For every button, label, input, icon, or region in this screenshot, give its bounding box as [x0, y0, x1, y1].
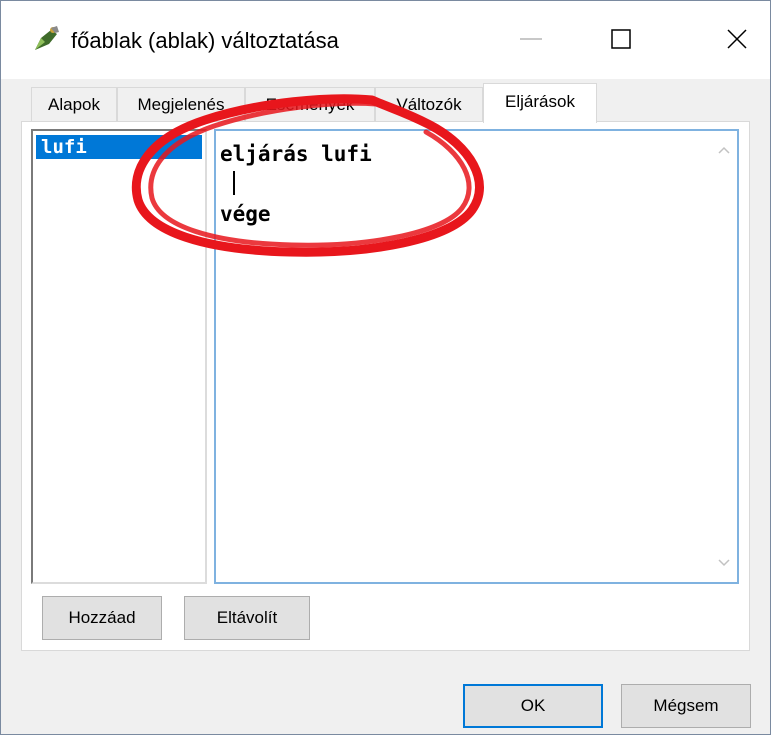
close-icon — [727, 29, 747, 49]
eljarasok-panel: lufi eljárás lufi vége Hozzáad Eltávolít — [21, 121, 750, 651]
remove-button[interactable]: Eltávolít — [184, 596, 310, 640]
maximize-icon — [611, 29, 631, 49]
text-caret — [233, 171, 235, 195]
tab-alapok[interactable]: Alapok — [31, 87, 117, 121]
add-button[interactable]: Hozzáad — [42, 596, 162, 640]
procedure-list-item[interactable]: lufi — [36, 135, 202, 159]
tab-valtozok[interactable]: Változók — [375, 87, 483, 121]
tab-megjelenes[interactable]: Megjelenés — [117, 87, 245, 121]
minimize-button[interactable] — [501, 11, 561, 67]
scroll-up-arrow-icon[interactable] — [717, 143, 731, 157]
code-line-1: eljárás lufi — [220, 142, 372, 166]
cancel-button[interactable]: Mégsem — [621, 684, 751, 728]
pencil-brush-icon — [35, 26, 59, 50]
maximize-button[interactable] — [591, 11, 651, 67]
dialog-window: főablak (ablak) változtatása Alapok Megj… — [0, 0, 771, 735]
title-bar[interactable]: főablak (ablak) változtatása — [1, 1, 770, 79]
ok-button[interactable]: OK — [463, 684, 603, 728]
minimize-icon — [520, 38, 542, 40]
tab-eljarasok[interactable]: Eljárások — [483, 83, 597, 123]
window-title: főablak (ablak) változtatása — [71, 28, 339, 53]
close-button[interactable] — [707, 11, 767, 67]
scroll-down-arrow-icon[interactable] — [717, 556, 731, 570]
code-line-3: vége — [220, 202, 271, 226]
procedure-editor[interactable]: eljárás lufi vége — [214, 129, 739, 584]
procedure-list[interactable]: lufi — [31, 129, 207, 584]
tab-esemenyek[interactable]: Események — [245, 87, 375, 121]
